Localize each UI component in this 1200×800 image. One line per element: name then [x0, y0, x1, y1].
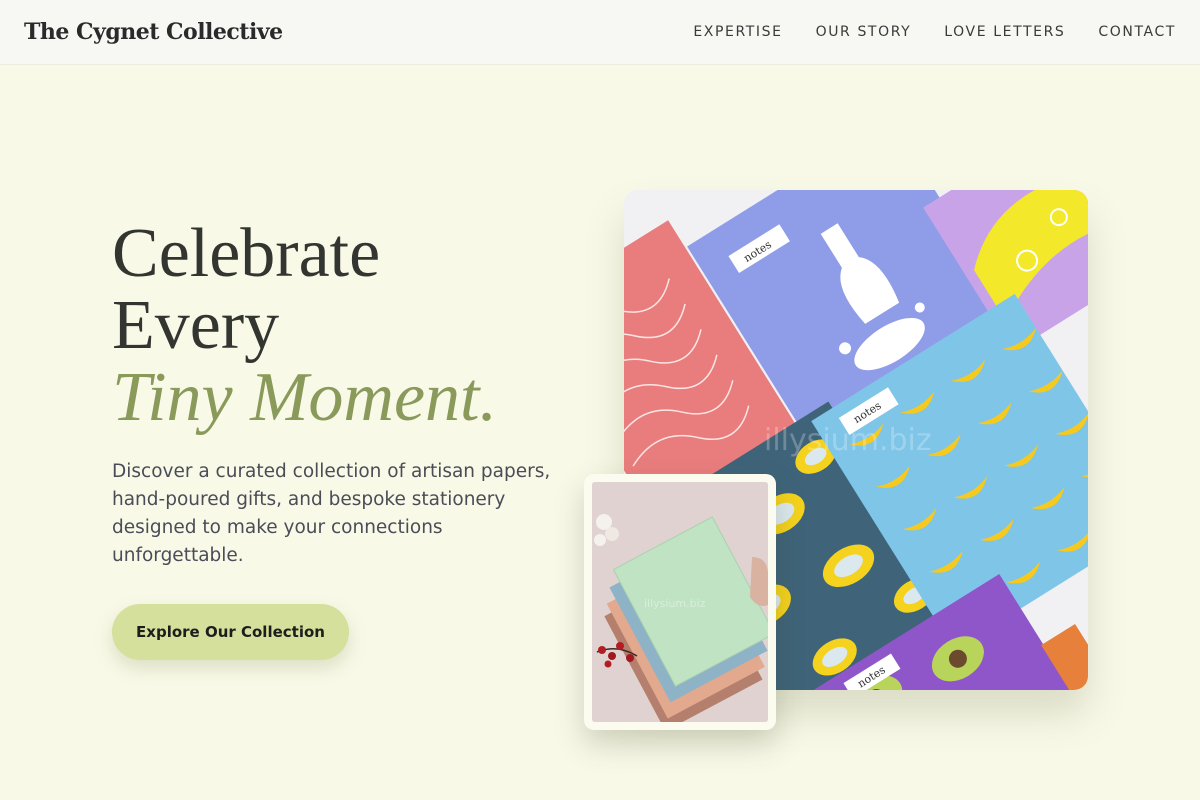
nav-our-story[interactable]: OUR STORY [816, 24, 912, 40]
main-nav: EXPERTISE OUR STORY LOVE LETTERS CONTACT [693, 24, 1176, 40]
nav-expertise[interactable]: EXPERTISE [693, 24, 782, 40]
nav-contact[interactable]: CONTACT [1098, 24, 1176, 40]
pastel-notebooks-illustration: illysium.biz [592, 482, 768, 722]
headline-line-1: Celebrate [112, 215, 381, 292]
headline-accent: Tiny Moment. [112, 359, 497, 436]
brand-logo[interactable]: The Cygnet Collective [24, 19, 283, 45]
nav-love-letters[interactable]: LOVE LETTERS [944, 24, 1065, 40]
explore-collection-button[interactable]: Explore Our Collection [112, 604, 349, 660]
hero-description: Discover a curated collection of artisan… [112, 461, 551, 566]
svg-text:illysium.biz: illysium.biz [764, 423, 932, 458]
inset-image: illysium.biz [592, 482, 768, 722]
inset-image-card: illysium.biz [584, 474, 776, 730]
headline-line-2: Every [112, 287, 280, 364]
site-header: The Cygnet Collective EXPERTISE OUR STOR… [0, 0, 1200, 65]
svg-text:illysium.biz: illysium.biz [644, 597, 706, 610]
hero-headline: Celebrate Every Tiny Moment. [112, 218, 582, 434]
hero-text: Celebrate Every Tiny Moment. Discover a … [112, 218, 582, 570]
